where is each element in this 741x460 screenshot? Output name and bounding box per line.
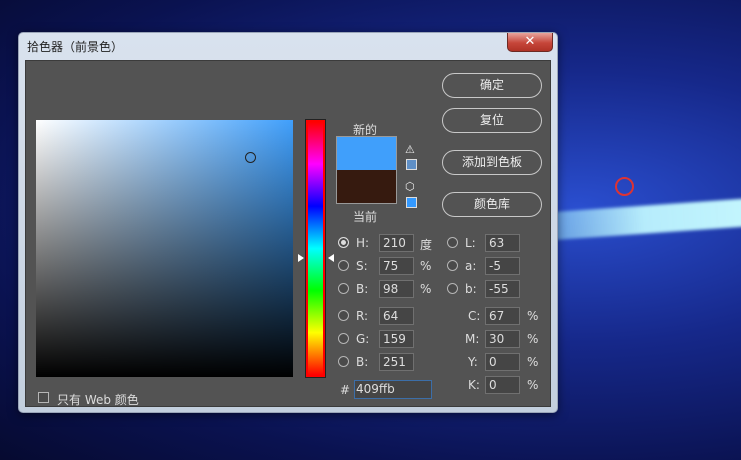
- brightness-input[interactable]: 98: [379, 280, 414, 298]
- color-field-marker[interactable]: [245, 152, 256, 163]
- web-colors-only-label[interactable]: 只有 Web 颜色: [57, 391, 139, 408]
- brightness-radio[interactable]: [338, 283, 349, 294]
- saturation-label: S:: [356, 259, 368, 273]
- lightness-input[interactable]: 63: [485, 234, 520, 252]
- current-color-swatch[interactable]: [336, 170, 397, 204]
- black-unit: %: [527, 378, 539, 392]
- green-input[interactable]: 159: [379, 330, 414, 348]
- b-channel-input[interactable]: -55: [485, 280, 520, 298]
- hue-slider[interactable]: [305, 119, 326, 378]
- black-input[interactable]: 0: [485, 376, 520, 394]
- color-libraries-button[interactable]: 颜色库: [442, 192, 542, 217]
- b-channel-radio[interactable]: [447, 283, 458, 294]
- new-color-swatch: [336, 136, 397, 170]
- hue-unit: 度: [420, 238, 433, 252]
- background-light-band: [547, 195, 741, 241]
- blue-input[interactable]: 251: [379, 353, 414, 371]
- close-button[interactable]: ✕: [507, 33, 553, 52]
- b-channel-label: b:: [465, 282, 477, 296]
- hue-slider-left-handle[interactable]: [298, 254, 304, 262]
- color-picker-dialog: 拾色器（前景色） ✕ 新的 当前 ⚠ ⬡ 确定 复位 添加到色板 颜色库 H: …: [18, 32, 558, 413]
- hex-input[interactable]: 409ffb: [354, 380, 432, 399]
- a-channel-radio[interactable]: [447, 260, 458, 271]
- black-label: K:: [468, 378, 480, 392]
- gamut-correction-swatch[interactable]: [406, 159, 417, 170]
- dialog-content: 新的 当前 ⚠ ⬡ 确定 复位 添加到色板 颜色库 H: 210 度 S: 75…: [25, 60, 551, 407]
- yellow-unit: %: [527, 355, 539, 369]
- red-label: R:: [356, 309, 369, 323]
- background-red-ring: [615, 177, 634, 196]
- lightness-radio[interactable]: [447, 237, 458, 248]
- reset-button[interactable]: 复位: [442, 108, 542, 133]
- hue-label: H:: [356, 236, 370, 250]
- magenta-label: M:: [465, 332, 480, 346]
- cyan-label: C:: [468, 309, 481, 323]
- magenta-input[interactable]: 30: [485, 330, 520, 348]
- cyan-unit: %: [527, 309, 539, 323]
- yellow-input[interactable]: 0: [485, 353, 520, 371]
- red-radio[interactable]: [338, 310, 349, 321]
- magenta-unit: %: [527, 332, 539, 346]
- web-colors-only-checkbox[interactable]: [38, 392, 49, 403]
- green-label: G:: [356, 332, 370, 346]
- hue-slider-right-handle[interactable]: [328, 254, 334, 262]
- green-radio[interactable]: [338, 333, 349, 344]
- saturation-unit: %: [420, 259, 432, 273]
- yellow-label: Y:: [468, 355, 478, 369]
- hue-gradient: [308, 122, 323, 375]
- ok-button[interactable]: 确定: [442, 73, 542, 98]
- current-color-label: 当前: [353, 210, 378, 224]
- blue-label: B:: [356, 355, 369, 369]
- saturation-radio[interactable]: [338, 260, 349, 271]
- a-channel-label: a:: [465, 259, 477, 273]
- hue-input[interactable]: 210: [379, 234, 414, 252]
- hue-radio[interactable]: [338, 237, 349, 248]
- blue-radio[interactable]: [338, 356, 349, 367]
- cyan-input[interactable]: 67: [485, 307, 520, 325]
- brightness-label: B:: [356, 282, 369, 296]
- gamut-warning-icon[interactable]: ⚠: [405, 143, 415, 156]
- red-input[interactable]: 64: [379, 307, 414, 325]
- brightness-unit: %: [420, 282, 432, 296]
- dialog-title: 拾色器（前景色）: [27, 40, 124, 54]
- a-channel-input[interactable]: -5: [485, 257, 520, 275]
- web-safe-cube-icon[interactable]: ⬡: [405, 180, 415, 193]
- add-to-swatches-button[interactable]: 添加到色板: [442, 150, 542, 175]
- saturation-input[interactable]: 75: [379, 257, 414, 275]
- web-safe-swatch[interactable]: [406, 197, 417, 208]
- hex-label: #: [340, 383, 351, 397]
- title-bar[interactable]: 拾色器（前景色） ✕: [19, 33, 557, 59]
- lightness-label: L:: [465, 236, 476, 250]
